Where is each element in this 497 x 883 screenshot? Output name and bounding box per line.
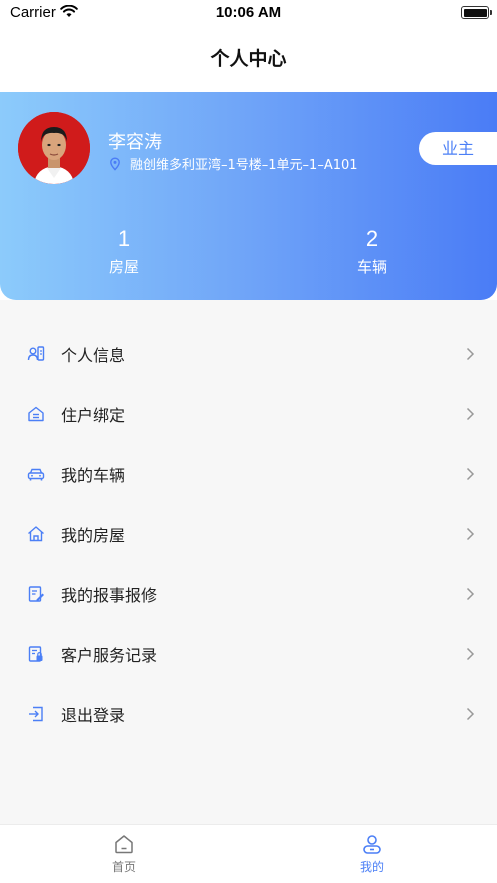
menu-label: 客户服务记录	[61, 646, 158, 665]
house-icon	[28, 526, 44, 542]
house-count-value: 1	[117, 226, 131, 251]
menu-item-service-records[interactable]: 客户服务记录	[0, 624, 497, 684]
address-text: 融创维多利亚湾–1号楼–1单元–1–A101	[130, 158, 358, 173]
location-pin-icon	[110, 156, 120, 171]
car-count-value: 2	[365, 226, 379, 251]
tab-label: 我的	[359, 860, 384, 874]
user-name: 李容涛	[108, 132, 162, 153]
tab-label: 首页	[111, 860, 136, 874]
profile-tab-icon	[363, 835, 381, 854]
profile-card: 李容涛 融创维多利亚湾–1号楼–1单元–1–A101 业主 1 房屋 2 车辆	[0, 92, 497, 300]
chevron-right-icon	[466, 587, 475, 601]
car-count-label: 车辆	[356, 258, 387, 276]
repair-report-icon	[28, 586, 44, 602]
menu-item-logout[interactable]: 退出登录	[0, 684, 497, 744]
page-title: 个人中心	[210, 48, 287, 70]
home-bind-icon	[28, 406, 44, 422]
menu-label: 我的车辆	[61, 466, 126, 485]
clock: 10:06 AM	[215, 4, 282, 21]
chevron-right-icon	[466, 647, 475, 661]
chevron-right-icon	[466, 707, 475, 721]
menu-list: 个人信息 住户绑定 我的车辆 我的房屋 我的报事报修 客户服务记录 退出登录	[0, 300, 497, 824]
avatar[interactable]	[18, 112, 90, 184]
chevron-right-icon	[466, 527, 475, 541]
menu-label: 我的房屋	[61, 526, 126, 545]
menu-item-repair-reports[interactable]: 我的报事报修	[0, 564, 497, 624]
avatar-photo	[18, 112, 90, 184]
tab-bar: 首页 我的	[0, 824, 497, 883]
status-bar: Carrier 10:06 AM	[0, 0, 497, 26]
chevron-right-icon	[466, 407, 475, 421]
menu-label: 退出登录	[61, 706, 126, 725]
menu-label: 我的报事报修	[61, 586, 158, 605]
menu-item-resident-binding[interactable]: 住户绑定	[0, 384, 497, 444]
tab-home[interactable]: 首页	[84, 833, 164, 875]
tab-mine[interactable]: 我的	[332, 833, 412, 875]
car-icon	[27, 468, 45, 481]
chevron-right-icon	[466, 467, 475, 481]
person-id-icon	[27, 346, 45, 361]
menu-item-my-houses[interactable]: 我的房屋	[0, 504, 497, 564]
car-count-stat[interactable]: 2 车辆	[322, 226, 422, 277]
house-count-label: 房屋	[108, 258, 139, 276]
service-record-icon	[28, 646, 43, 662]
role-badge[interactable]: 业主	[419, 132, 497, 165]
menu-item-personal-info[interactable]: 个人信息	[0, 324, 497, 384]
battery-icon	[461, 6, 492, 19]
address-row: 融创维多利亚湾–1号楼–1单元–1–A101	[108, 154, 358, 173]
house-count-stat[interactable]: 1 房屋	[74, 226, 174, 277]
home-tab-icon	[115, 835, 133, 854]
menu-label: 住户绑定	[61, 406, 126, 425]
menu-item-my-vehicles[interactable]: 我的车辆	[0, 444, 497, 504]
chevron-right-icon	[466, 347, 475, 361]
logout-icon	[29, 706, 43, 722]
menu-label: 个人信息	[61, 346, 126, 365]
